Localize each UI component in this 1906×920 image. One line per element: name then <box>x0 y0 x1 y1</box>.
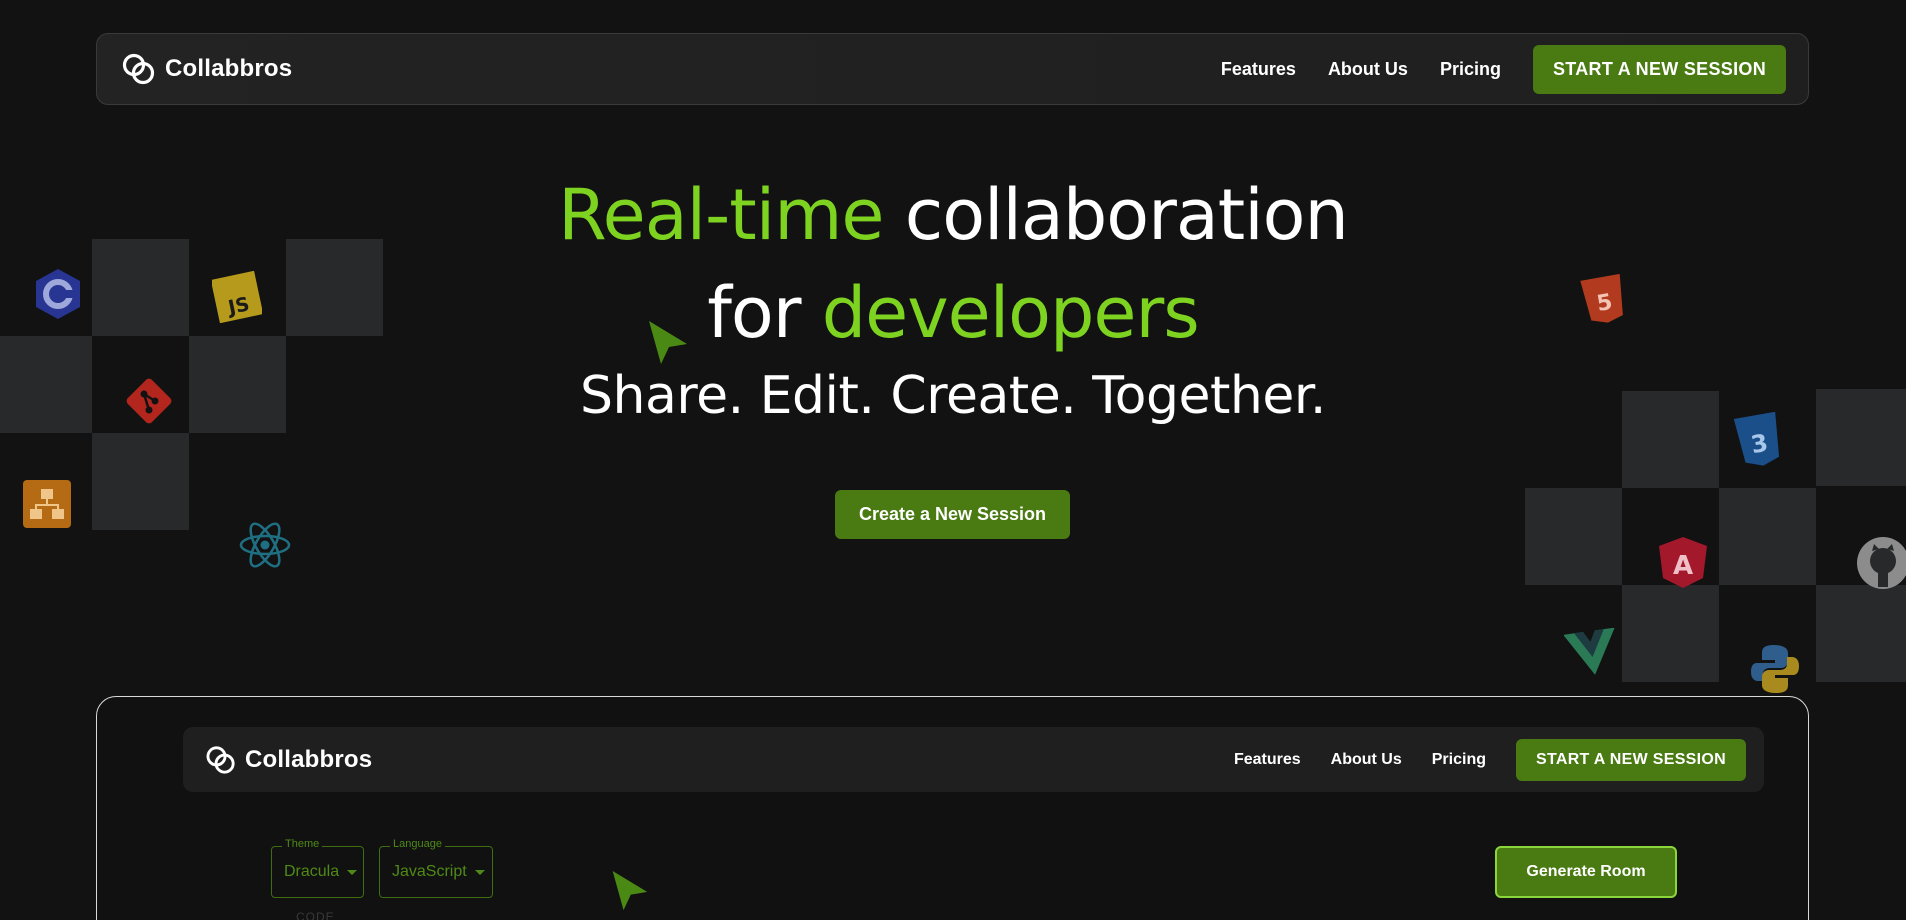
hero-subtitle: Share. Edit. Create. Together. <box>580 366 1326 426</box>
hero-accent-realtime: Real-time <box>558 174 884 256</box>
navbar: Collabbros Features About Us Pricing STA… <box>96 33 1809 105</box>
chevron-down-icon <box>347 869 358 875</box>
theme-select-label: Theme <box>282 838 323 850</box>
nav-link-features[interactable]: Features <box>1221 59 1296 80</box>
logo-icon <box>122 53 155 85</box>
generate-room-button[interactable]: Generate Room <box>1495 846 1677 898</box>
angular-icon: A <box>1655 534 1711 590</box>
theme-select[interactable]: Theme Dracula <box>271 838 364 898</box>
preview-navbar: Collabbros Features About Us Pricing STA… <box>183 727 1764 792</box>
preview-brand-name: Collabbros <box>245 745 373 773</box>
checker-tile <box>1719 488 1816 585</box>
preview-nav-link-pricing[interactable]: Pricing <box>1432 751 1486 769</box>
hero-title-line-2: for developers <box>0 272 1906 354</box>
checker-tile <box>1816 585 1906 682</box>
logo-icon <box>206 745 235 774</box>
preview-nav-links: Features About Us Pricing START A NEW SE… <box>1234 738 1746 781</box>
chevron-down-icon <box>474 869 485 875</box>
theme-select-value: Dracula <box>284 863 340 880</box>
nav-link-pricing[interactable]: Pricing <box>1440 59 1501 80</box>
checker-tile <box>1622 585 1719 682</box>
cursor-arrow-icon <box>649 321 687 364</box>
preview-start-session-button[interactable]: START A NEW SESSION <box>1515 738 1746 781</box>
nav-link-about-us[interactable]: About Us <box>1328 59 1408 80</box>
hero-text-for: for <box>707 272 801 354</box>
language-select[interactable]: Language JavaScript <box>379 838 493 898</box>
svg-text:A: A <box>1673 551 1693 581</box>
cursor-arrow-icon <box>612 871 648 911</box>
language-select-label: Language <box>390 838 445 850</box>
hero-title-line-1: Real-time collaboration <box>0 174 1906 256</box>
create-session-button[interactable]: Create a New Session <box>835 490 1070 539</box>
start-session-button[interactable]: START A NEW SESSION <box>1532 44 1786 94</box>
language-select-value: JavaScript <box>392 863 467 880</box>
preview-brand[interactable]: Collabbros <box>203 742 372 778</box>
brand-name: Collabbros <box>165 55 293 82</box>
github-icon <box>1855 535 1906 591</box>
brand[interactable]: Collabbros <box>119 49 292 89</box>
preview-nav-link-about-us[interactable]: About Us <box>1331 751 1402 769</box>
checker-tile <box>92 433 189 530</box>
diagram-icon <box>22 479 72 529</box>
nav-links: Features About Us Pricing START A NEW SE… <box>1221 44 1786 94</box>
vue-icon <box>1564 628 1620 678</box>
react-icon <box>238 518 292 572</box>
python-icon <box>1748 642 1802 696</box>
code-label: CODE <box>296 910 335 920</box>
hero-text-collaboration: collaboration <box>904 174 1349 256</box>
hero-accent-developers: developers <box>821 272 1200 354</box>
checker-tile <box>1525 488 1622 585</box>
preview-nav-link-features[interactable]: Features <box>1234 751 1301 769</box>
